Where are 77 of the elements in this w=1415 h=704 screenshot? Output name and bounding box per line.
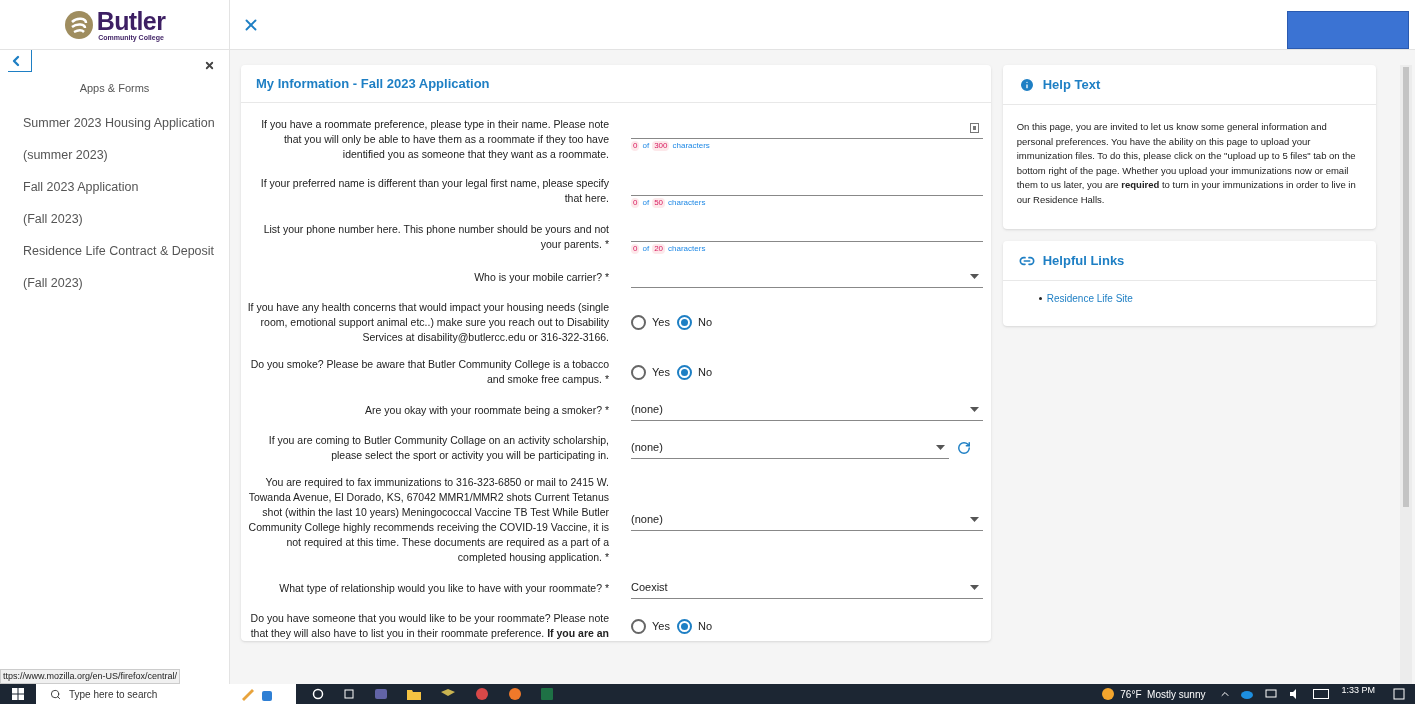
select-value: (none) — [631, 512, 663, 528]
sidebar-item-term: (summer 2023) — [22, 146, 109, 164]
caret-icon — [936, 445, 945, 450]
caret-icon — [970, 274, 979, 279]
char-limit: 50 — [652, 198, 666, 208]
select-field[interactable]: (none) — [631, 399, 983, 421]
pencil-icon[interactable] — [240, 687, 256, 701]
field-label: List your phone number here. This phone number should be yours and not your parents. * — [262, 222, 609, 252]
select-value: (none) — [631, 440, 663, 456]
taskbar-search[interactable]: Type here to search — [36, 684, 234, 704]
radio-button[interactable] — [631, 364, 646, 380]
back-button[interactable] — [8, 50, 32, 72]
select-field[interactable]: Coexist — [631, 577, 983, 599]
cloud-icon[interactable] — [1241, 689, 1254, 699]
char-count: 0 — [631, 141, 640, 151]
radio-button[interactable] — [676, 618, 692, 634]
weather-icon — [1101, 687, 1116, 701]
char-count: 0 — [631, 198, 640, 208]
field-label: Do you smoke? Please be aware that Butler Community College is a tobacco and smoke free campus. * — [249, 357, 609, 387]
radio-label: Yes — [652, 315, 670, 331]
windows-icon[interactable] — [12, 688, 24, 700]
radio-label: No — [697, 618, 712, 634]
scrollbar[interactable] — [1400, 65, 1412, 684]
select-value: Coexist — [631, 580, 668, 596]
form-icon — [970, 122, 979, 133]
caret-icon — [970, 517, 979, 522]
char-count: 0 — [631, 244, 640, 254]
clock[interactable]: 1:33 PM — [1341, 684, 1375, 698]
sidebar-item[interactable]: Fall 2023 Application — [0, 170, 229, 203]
field-label: Who is your mobile carrier? * — [473, 269, 609, 285]
select-value: (none) — [631, 402, 663, 418]
info-icon — [1018, 76, 1035, 93]
field-label: Do you have someone that you would like to be your roommate? Please note that they will also have to list you in their roommate preference. If you are an — [249, 611, 609, 641]
sidebar-item-term: (Fall 2023) — [22, 274, 84, 292]
counter-text: of — [642, 244, 650, 254]
field-label: If your preferred name is different than your legal first name, please specify that here. — [259, 176, 609, 206]
radio-label: Yes — [652, 364, 670, 380]
char-limit: 300 — [652, 141, 670, 151]
sidebar-item-term: (Fall 2023) — [22, 210, 84, 228]
field-label: You are required to fax immunizations to 316-323-6850 or mail to 2415 W. Towanda Avenue, El Dorado, KS, 67042 MMR1/MMR2 shots Current Tetanus shot (within the last 10 years) Meningococcal Vaccine TB Test While Butler Community College highly recommends receiving the COVID-19 Vaccine, it is not required at this time. These documents are required as a part of a completed housing application. * — [247, 475, 609, 565]
counter-text: characters — [668, 244, 706, 254]
card-title: Help Text — [1042, 75, 1101, 94]
sidebar-item[interactable]: Summer 2023 Housing Application — [0, 106, 229, 139]
field-label: If you are coming to Butler Community Collage on an activity scholarship, please select the sport or activity you will be participating in. — [267, 433, 609, 463]
radio-button[interactable] — [676, 364, 692, 380]
sidebar-heading: Apps & Forms — [78, 81, 151, 96]
counter-text: characters — [668, 198, 706, 208]
char-limit: 20 — [652, 244, 666, 254]
sidebar-item[interactable]: Residence Life Contract & Deposit — [0, 234, 229, 267]
close-icon[interactable] — [204, 60, 215, 71]
refresh-icon[interactable] — [957, 441, 971, 455]
counter-text: of — [642, 198, 650, 208]
radio-label: No — [697, 315, 712, 331]
radio-label: No — [697, 364, 712, 380]
counter-text: of — [642, 141, 650, 151]
field-label: If you have any health concerns that would impact your housing needs (single room, emotional support animal etc..) make sure you reach out to Disability Services at disability@butlercc.edu or 316-322-3166. — [246, 300, 609, 345]
weather-text[interactable]: 76°F Mostly sunny — [1120, 686, 1206, 702]
caret-icon — [970, 585, 979, 590]
card-title: My Information - Fall 2023 Application — [241, 65, 991, 103]
search-placeholder: Type here to search — [69, 687, 158, 702]
field-label: Are you okay with your roommate being a smoker? * — [364, 402, 609, 418]
radio-button[interactable] — [631, 618, 646, 634]
folder-icon[interactable] — [407, 688, 421, 700]
caret-icon — [970, 407, 979, 412]
help-text: On this page, you are invited to let us know some general information and personal preferences. You have the ability on this page to upload your immunization files. To do this, please click on the "upload up to 5 files" tab on the bottom right of the page. Whether you upload your immunizations now or email them to us later, you are required to turn in your immunizations in order to live in our Residence Halls. — [1015, 120, 1357, 207]
select-field[interactable]: (none) — [631, 437, 949, 459]
circle-icon[interactable] — [312, 688, 324, 700]
select-field[interactable]: (none) — [631, 509, 983, 531]
radio-button[interactable] — [631, 315, 646, 330]
search-icon — [50, 688, 61, 700]
counter-text: characters — [672, 141, 710, 151]
field-label: If you have a roommate preference, please type in their name. Please note that you will only be able to have them as a roommate if they too have identified you as someone that they want as a roommate. — [260, 117, 609, 162]
radio-button[interactable] — [676, 315, 692, 330]
card-title: Helpful Links — [1042, 251, 1125, 270]
helpful-link[interactable]: Residence Life Site — [1046, 291, 1133, 306]
field-label: What type of relationship would you like to have with your roommate? * — [278, 580, 609, 596]
radio-label: Yes — [652, 618, 670, 634]
